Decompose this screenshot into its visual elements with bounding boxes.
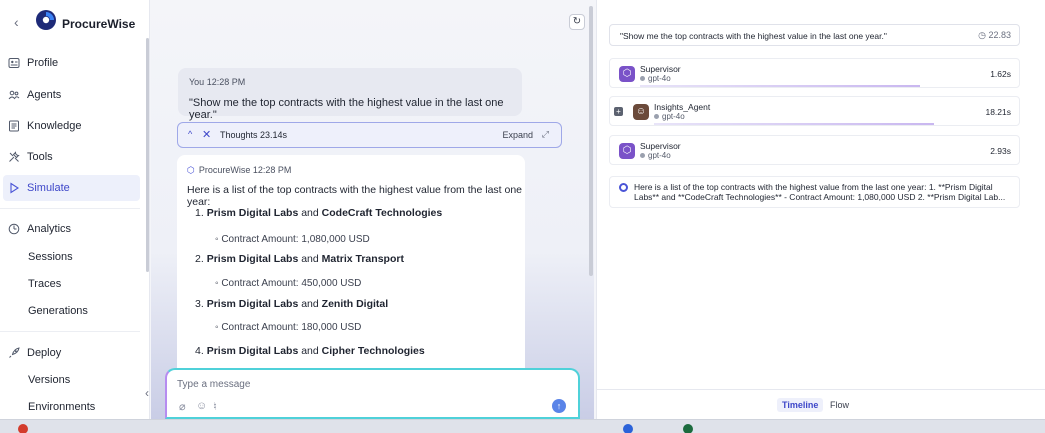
assistant-message-meta: ⬡ ProcureWise 12:28 PM bbox=[187, 165, 292, 175]
sidebar-item-label: Deploy bbox=[27, 347, 62, 359]
message-input[interactable] bbox=[177, 376, 557, 392]
taskbar bbox=[0, 419, 1045, 433]
chevron-up-icon[interactable]: ^ bbox=[188, 129, 192, 139]
chevron-left-icon[interactable]: ‹ bbox=[14, 15, 24, 29]
cube-icon: ⬡ bbox=[619, 66, 635, 82]
play-icon bbox=[10, 182, 20, 194]
sidebar-item-environments[interactable]: Environments bbox=[28, 401, 95, 413]
list-item: 3. Prism Digital Labs and Zenith Digital bbox=[195, 298, 389, 310]
expand-plus-icon[interactable]: + bbox=[614, 107, 623, 116]
emoji-icon[interactable]: ☺ bbox=[196, 400, 207, 412]
sidebar-item-profile[interactable]: Profile bbox=[0, 50, 140, 76]
brand-name: ProcureWise bbox=[62, 17, 136, 31]
send-button[interactable]: ↑ bbox=[552, 399, 566, 413]
list-item-amount: ◦ Contract Amount: 180,000 USD bbox=[215, 322, 362, 333]
expand-arrows-icon[interactable]: ⤢ bbox=[542, 129, 549, 140]
sidebar-item-knowledge[interactable]: Knowledge bbox=[0, 113, 140, 139]
book-icon bbox=[9, 120, 19, 132]
id-card-icon bbox=[8, 58, 20, 68]
taskbar-app-icon[interactable] bbox=[18, 424, 28, 433]
step-timeline-bar bbox=[640, 85, 920, 87]
trace-query: "Show me the top contracts with the high… bbox=[609, 24, 1020, 46]
step-duration: 1.62s bbox=[990, 69, 1011, 79]
rocket-icon bbox=[9, 347, 20, 358]
trace-query-text: "Show me the top contracts with the high… bbox=[620, 31, 887, 41]
assistant-intro-text: Here is a list of the top contracts with… bbox=[187, 184, 523, 208]
app-window: ‹ ProcureWise Profile Agents Knowledge T… bbox=[0, 0, 1045, 419]
clock-icon: ◷ bbox=[978, 30, 986, 40]
refresh-icon[interactable]: ↻ bbox=[569, 14, 585, 30]
sidebar-item-agents[interactable]: Agents bbox=[0, 82, 140, 108]
sidebar-item-generations[interactable]: Generations bbox=[28, 305, 88, 317]
step-agent-name: Insights_Agent bbox=[654, 102, 711, 112]
chat-scrollbar[interactable] bbox=[589, 6, 593, 276]
sidebar-item-analytics[interactable]: Analytics bbox=[0, 216, 140, 242]
brand-header: ‹ ProcureWise bbox=[0, 0, 150, 46]
cube-icon: ⬡ bbox=[187, 165, 195, 175]
user-message-text: "Show me the top contracts with the high… bbox=[189, 97, 504, 121]
thoughts-panel[interactable]: ^ ✕ Thoughts 23.14s Expand ⤢ bbox=[177, 122, 562, 148]
list-item: 2. Prism Digital Labs and Matrix Transpo… bbox=[195, 253, 404, 265]
list-item: 4. Prism Digital Labs and Cipher Technol… bbox=[195, 345, 425, 357]
chat-panel: ↻ You 12:28 PM "Show me the top contract… bbox=[151, 0, 594, 419]
step-agent-name: Supervisor bbox=[640, 141, 681, 151]
list-item: 1. Prism Digital Labs and CodeCraft Tech… bbox=[195, 207, 443, 219]
tab-timeline[interactable]: Timeline bbox=[777, 398, 824, 412]
sidebar-item-tools[interactable]: Tools bbox=[0, 144, 140, 170]
assistant-message: ⬡ ProcureWise 12:28 PM Here is a list of … bbox=[177, 155, 525, 370]
sidebar-item-label: Analytics bbox=[27, 223, 72, 235]
list-item-amount: ◦ Contract Amount: 450,000 USD bbox=[215, 278, 362, 289]
sidebar-item-simulate[interactable]: Simulate bbox=[3, 175, 140, 201]
procurewise-logo-icon bbox=[36, 10, 56, 30]
sidebar-divider bbox=[0, 208, 140, 209]
thoughts-label: Thoughts 23.14s bbox=[220, 130, 288, 140]
trace-panel: "Show me the top contracts with the high… bbox=[596, 0, 1045, 419]
tab-flow[interactable]: Flow bbox=[825, 398, 854, 412]
microphone-icon[interactable]: ♮ bbox=[213, 400, 217, 413]
user-message-meta: You 12:28 PM bbox=[189, 77, 246, 87]
sidebar-item-label: Agents bbox=[27, 89, 62, 101]
taskbar-app-icon[interactable] bbox=[683, 424, 693, 433]
sidebar-item-traces[interactable]: Traces bbox=[28, 278, 61, 290]
trace-total-time: ◷ 22.83 bbox=[978, 30, 1011, 40]
sidebar-scrollbar[interactable] bbox=[146, 38, 149, 272]
step-timeline-bar bbox=[654, 123, 934, 125]
step-agent-name: Supervisor bbox=[640, 64, 681, 74]
list-item-amount: ◦ Contract Amount: 1,080,000 USD bbox=[215, 234, 370, 245]
trace-result[interactable]: Here is a list of the top contracts with… bbox=[609, 176, 1020, 208]
tools-icon bbox=[9, 151, 20, 162]
sidebar-item-label: Profile bbox=[27, 57, 59, 69]
user-message: You 12:28 PM "Show me the top contracts … bbox=[178, 68, 522, 121]
sidebar-item-label: Tools bbox=[27, 151, 53, 163]
sparkles-icon: ✕ bbox=[202, 129, 212, 141]
sidebar-item-versions[interactable]: Versions bbox=[28, 374, 70, 386]
step-duration: 2.93s bbox=[990, 146, 1011, 156]
cube-icon: ⬡ bbox=[619, 143, 635, 159]
sidebar-item-label: Knowledge bbox=[27, 120, 82, 132]
agent-avatar: ☺ bbox=[633, 104, 649, 120]
trace-step[interactable]: ⬡ Supervisor gpt-4o 2.93s bbox=[609, 135, 1020, 165]
sidebar-item-sessions[interactable]: Sessions bbox=[28, 251, 73, 263]
trace-result-text: Here is a list of the top contracts with… bbox=[634, 182, 1006, 202]
trace-step[interactable]: ⬡ Supervisor gpt-4o 1.62s bbox=[609, 58, 1020, 88]
sidebar-item-deploy[interactable]: Deploy bbox=[0, 340, 140, 366]
sidebar-item-label: Simulate bbox=[27, 182, 70, 194]
trace-step[interactable]: + ☺ Insights_Agent gpt-4o 18.21s bbox=[609, 96, 1020, 126]
message-composer: ⌀ ☺ ♮ ↑ bbox=[165, 368, 580, 419]
step-model: gpt-4o bbox=[654, 112, 685, 121]
taskbar-app-icon[interactable] bbox=[623, 424, 633, 433]
trace-view-tabs: Timeline Flow bbox=[597, 389, 1045, 419]
gauge-icon bbox=[8, 223, 20, 235]
step-model: gpt-4o bbox=[640, 74, 671, 83]
step-duration: 18.21s bbox=[985, 107, 1011, 117]
expand-button[interactable]: Expand bbox=[502, 130, 533, 140]
agents-icon bbox=[8, 90, 20, 100]
step-model: gpt-4o bbox=[640, 151, 671, 160]
status-ring-icon bbox=[619, 183, 628, 192]
sidebar-divider bbox=[0, 331, 140, 332]
sidebar: ‹ ProcureWise Profile Agents Knowledge T… bbox=[0, 0, 150, 419]
paperclip-icon[interactable]: ⌀ bbox=[179, 400, 186, 413]
